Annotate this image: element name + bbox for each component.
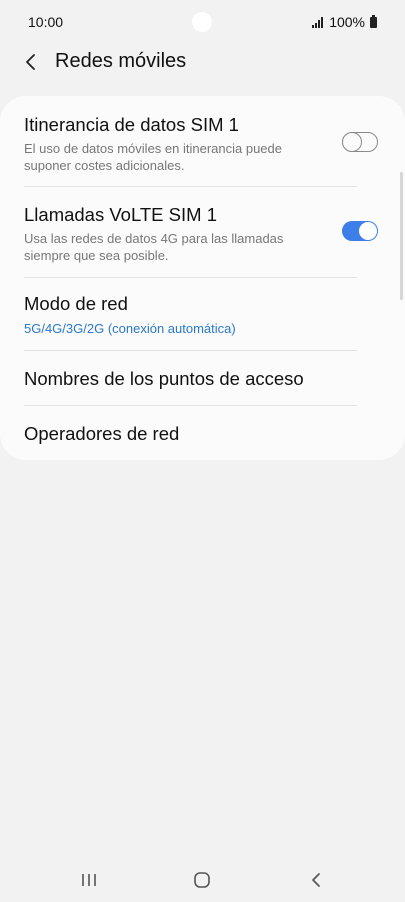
setting-title: Modo de red [24, 293, 128, 314]
setting-description: El uso de datos móviles en itinerancia p… [24, 141, 282, 173]
divider [24, 405, 357, 406]
settings-card: Itinerancia de datos SIM 1 El uso de dat… [0, 96, 405, 460]
battery-percentage: 100% [329, 14, 365, 30]
battery-icon [370, 14, 377, 28]
setting-title: Llamadas VoLTE SIM 1 [24, 204, 217, 225]
front-camera-cutout [192, 12, 212, 32]
status-time: 10:00 [28, 14, 64, 30]
back-arrow-icon [26, 54, 35, 70]
setting-network-operators[interactable]: Operadores de red [24, 423, 357, 445]
nav-back-icon [312, 873, 320, 887]
setting-volte-calls[interactable]: Llamadas VoLTE SIM 1 Usa las redes de da… [24, 204, 357, 264]
network-mode-value: 5G/4G/3G/2G (conexión automática) [24, 321, 236, 336]
setting-network-mode[interactable]: Modo de red 5G/4G/3G/2G (conexión automá… [24, 293, 357, 337]
scroll-indicator[interactable] [400, 172, 403, 300]
setting-title: Nombres de los puntos de acceso [24, 368, 304, 389]
signal-icon [312, 16, 324, 28]
setting-description: Usa las redes de datos 4G para las llama… [24, 231, 284, 263]
recents-button[interactable] [77, 868, 101, 892]
volte-calls-toggle[interactable] [342, 221, 378, 241]
back-button[interactable] [20, 48, 44, 76]
home-button[interactable] [190, 868, 214, 892]
setting-access-point-names[interactable]: Nombres de los puntos de acceso [24, 368, 357, 390]
setting-title: Operadores de red [24, 423, 180, 444]
status-indicators: 100% [312, 14, 377, 30]
data-roaming-toggle[interactable] [342, 132, 378, 152]
divider [24, 186, 357, 187]
divider [24, 277, 357, 278]
divider [24, 350, 357, 351]
page-title: Redes móviles [55, 50, 187, 72]
setting-title: Itinerancia de datos SIM 1 [24, 114, 239, 135]
recents-icon [82, 874, 96, 886]
nav-back-button[interactable] [304, 868, 328, 892]
status-bar: 10:00 100% [0, 0, 405, 44]
app-header: Redes móviles [0, 44, 405, 80]
home-icon [194, 872, 210, 888]
setting-data-roaming[interactable]: Itinerancia de datos SIM 1 El uso de dat… [24, 114, 357, 174]
navigation-bar [0, 858, 405, 902]
